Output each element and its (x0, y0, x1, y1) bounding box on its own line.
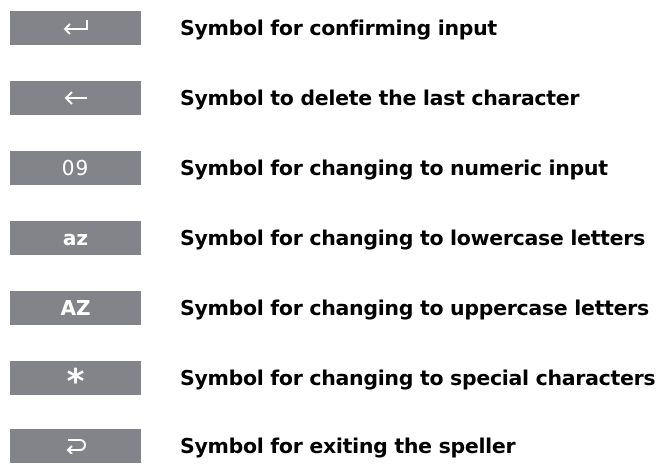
return-arrow-icon (61, 19, 91, 37)
key-label: az (62, 226, 89, 250)
legend-row-lowercase: az Symbol for changing to lowercase lett… (0, 220, 665, 256)
key-label: 09 (61, 156, 90, 180)
legend-description: Symbol for changing to lowercase letters (180, 226, 645, 250)
lowercase-key: az (10, 221, 141, 255)
legend-row-delete: Symbol to delete the last character (0, 80, 665, 116)
delete-key (10, 81, 141, 115)
legend-row-special: * Symbol for changing to special charact… (0, 360, 665, 399)
key-label: * (66, 362, 85, 402)
legend-row-numeric: 09 Symbol for changing to numeric input (0, 150, 665, 186)
legend-description: Symbol for exiting the speller (180, 434, 516, 458)
uppercase-key: AZ (10, 291, 141, 325)
backspace-arrow-icon (62, 89, 90, 107)
legend-row-confirm: Symbol for confirming input (0, 10, 665, 46)
exit-key (10, 429, 141, 463)
legend-description: Symbol for changing to numeric input (180, 156, 608, 180)
confirm-key (10, 11, 141, 45)
legend-description: Symbol for changing to special character… (180, 366, 656, 390)
key-label: AZ (60, 296, 91, 320)
legend-description: Symbol to delete the last character (180, 86, 580, 110)
numeric-key: 09 (10, 151, 141, 185)
legend-description: Symbol for changing to uppercase letters (180, 296, 649, 320)
legend-row-exit: Symbol for exiting the speller (0, 428, 665, 464)
legend-description: Symbol for confirming input (180, 16, 497, 40)
special-characters-key: * (10, 361, 141, 399)
exit-arrow-icon (64, 438, 88, 454)
legend-row-uppercase: AZ Symbol for changing to uppercase lett… (0, 290, 665, 326)
